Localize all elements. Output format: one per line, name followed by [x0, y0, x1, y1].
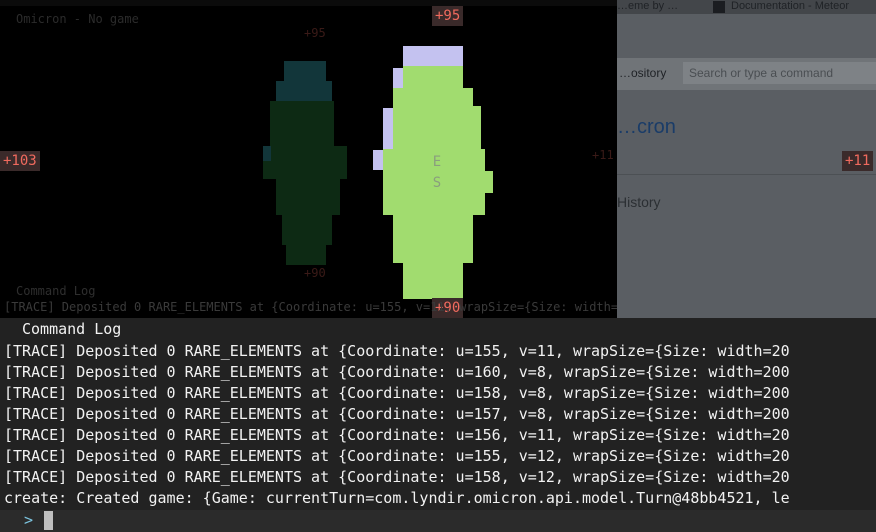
right-edge-coordinate: +11: [842, 151, 874, 171]
log-line: [TRACE] Deposited 0 RARE_ELEMENTS at {Co…: [4, 426, 790, 444]
faint-top-coordinate: +95: [304, 26, 326, 40]
faint-right-coordinate: +11: [592, 148, 614, 162]
log-line: [TRACE] Deposited 0 RARE_ELEMENTS at {Co…: [4, 384, 790, 402]
background-browser-window: …eme by … Documentation - Meteor …ositor…: [617, 0, 876, 320]
unit-label-e[interactable]: E: [433, 154, 441, 170]
unit-label-s[interactable]: S: [433, 175, 441, 191]
game-view[interactable]: Omicron - No game E S +95 +90 +11 +95 +1…: [0, 6, 617, 318]
browser-tab-bar: …eme by … Documentation - Meteor: [617, 0, 876, 14]
faint-bottom-coordinate: +90: [304, 266, 326, 280]
log-line: create: Created game: {Game: currentTurn…: [4, 489, 790, 507]
browser-tab-documentation[interactable]: Documentation - Meteor: [731, 0, 849, 12]
command-log-title: Command Log: [22, 320, 122, 338]
rival-territory: [263, 61, 347, 265]
log-line: [TRACE] Deposited 0 RARE_ELEMENTS at {Co…: [4, 468, 790, 486]
command-search-input[interactable]: Search or type a command: [683, 62, 876, 84]
browser-tab[interactable]: …eme by …: [617, 0, 678, 12]
repository-select[interactable]: …ository: [619, 66, 666, 80]
log-line: [TRACE] Deposited 0 RARE_ELEMENTS at {Co…: [4, 405, 790, 423]
ghost-log-line: [TRACE] Deposited 0 RARE_ELEMENTS at {Co…: [4, 300, 617, 314]
ghost-log-title: Command Log: [16, 284, 96, 298]
left-edge-coordinate: +103: [0, 151, 40, 171]
meteor-icon: [713, 1, 725, 13]
repository-toolbar: …ository Search or type a command: [617, 58, 876, 90]
command-log-panel[interactable]: Command Log [TRACE] Deposited 0 RARE_ELE…: [0, 318, 876, 510]
log-line: [TRACE] Deposited 0 RARE_ELEMENTS at {Co…: [4, 447, 790, 465]
command-input[interactable]: >: [0, 510, 876, 532]
top-edge-coordinate: +95: [432, 6, 464, 26]
text-cursor: [44, 511, 53, 530]
prompt-symbol: >: [24, 511, 34, 529]
log-line: [TRACE] Deposited 0 RARE_ELEMENTS at {Co…: [4, 363, 790, 381]
divider: [617, 174, 876, 175]
repository-heading: …cron: [617, 116, 676, 138]
history-link[interactable]: History: [617, 194, 661, 210]
log-line: [TRACE] Deposited 0 RARE_ELEMENTS at {Co…: [4, 342, 790, 360]
